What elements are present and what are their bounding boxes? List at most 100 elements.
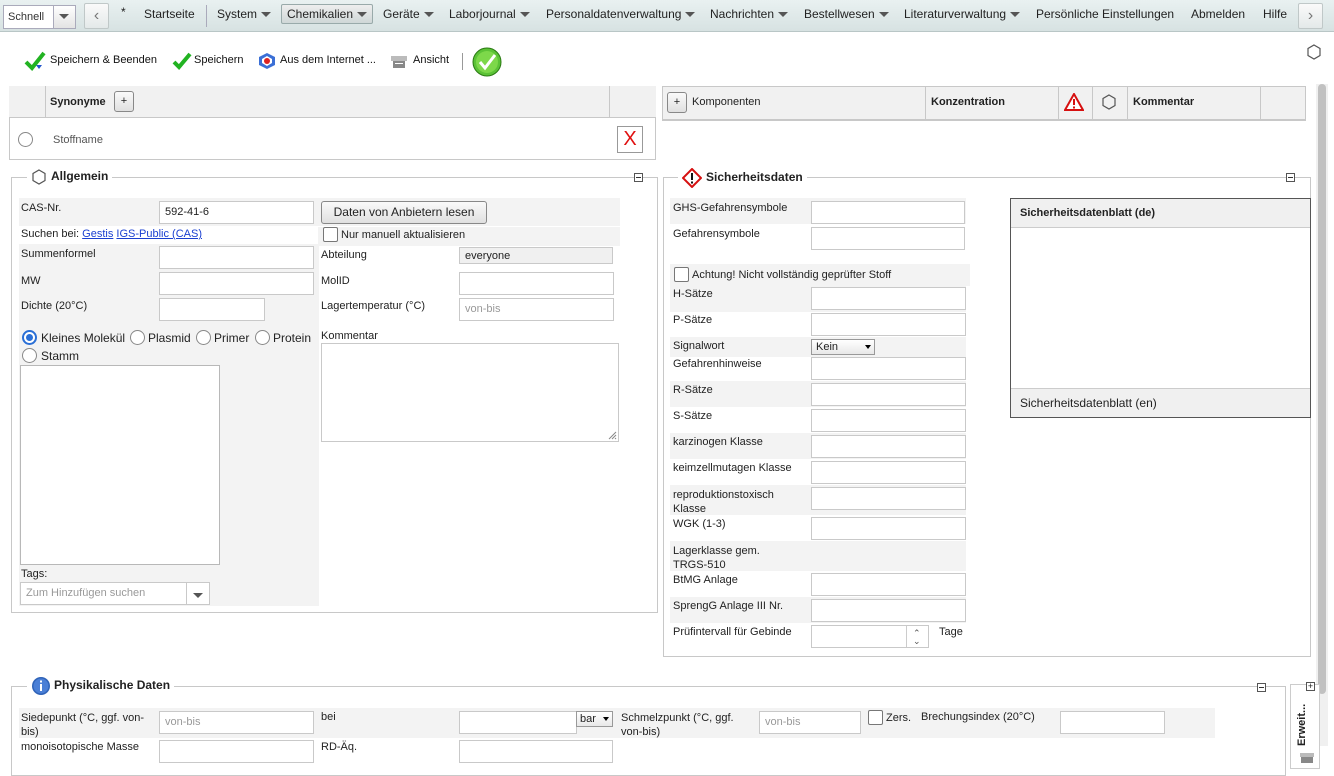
stepper-down-icon[interactable]: ⌄	[913, 636, 921, 647]
gestis-link[interactable]: Gestis	[82, 228, 113, 240]
save-close-button[interactable]: Speichern & Beenden	[50, 54, 157, 66]
interval-stepper[interactable]: ⌃ ⌄	[906, 626, 928, 647]
mutagen-input[interactable]	[811, 461, 966, 484]
hazard-notes-input[interactable]	[811, 357, 966, 380]
safety-legend-text: Sicherheitsdaten	[706, 170, 803, 185]
density-input[interactable]	[159, 298, 265, 321]
hazard-symbols-input[interactable]	[811, 227, 965, 250]
add-component-button[interactable]: +	[667, 92, 687, 113]
menu-laborjournal[interactable]: Laborjournal	[449, 7, 530, 21]
decomposition-checkbox[interactable]	[868, 710, 883, 725]
chevron-down-icon[interactable]	[53, 6, 75, 28]
wgk-input[interactable]	[811, 517, 966, 540]
menu-chemikalien[interactable]: Chemikalien	[281, 4, 374, 24]
confirm-check-circle-icon[interactable]	[471, 47, 503, 77]
collapse-safety-button[interactable]	[1286, 173, 1295, 182]
menu-personaldatenverwaltung[interactable]: Personaldatenverwaltung	[546, 7, 696, 21]
unverified-substance-checkbox[interactable]	[674, 267, 689, 282]
collapse-physical-button[interactable]	[1257, 683, 1266, 692]
monoisotopic-mass-input[interactable]	[159, 740, 314, 763]
menu-persoenliche-einstellungen[interactable]: Persönliche Einstellungen	[1036, 7, 1174, 21]
page-scrollbar-thumb[interactable]	[1318, 84, 1326, 694]
tags-divider	[186, 583, 187, 604]
formula-input[interactable]	[159, 246, 314, 269]
fetch-supplier-data-button[interactable]: Daten von Anbietern lesen	[321, 201, 487, 224]
type-protein-radio[interactable]	[255, 330, 270, 345]
quick-select[interactable]: Schnell	[3, 5, 76, 29]
collapse-general-button[interactable]	[634, 173, 643, 182]
menu-startseite[interactable]: Startseite	[144, 7, 195, 21]
boiling-point-label: Siedepunkt (°C, ggf. von-bis)	[21, 712, 145, 738]
h-phrases-label: H-Sätze	[673, 288, 713, 300]
col-divider	[925, 86, 926, 119]
igs-public-link[interactable]: IGS-Public (CAS)	[116, 228, 202, 240]
ghs-symbols-input[interactable]	[811, 201, 965, 224]
pressure-input[interactable]	[459, 711, 577, 734]
refraction-index-input[interactable]	[1060, 711, 1165, 734]
molid-input[interactable]	[459, 272, 614, 295]
menu-hilfe[interactable]: Hilfe	[1263, 7, 1287, 21]
signal-word-select[interactable]: Kein	[811, 339, 875, 355]
tags-search-input[interactable]: Zum Hinzufügen suchen	[20, 582, 210, 605]
carcinogen-input[interactable]	[811, 435, 966, 458]
resize-handle-icon[interactable]	[607, 430, 617, 440]
menu-nachrichten[interactable]: Nachrichten	[710, 7, 789, 21]
sprengg-input[interactable]	[811, 599, 966, 622]
from-internet-button[interactable]: Aus dem Internet ...	[280, 54, 376, 66]
tags-label: Tags:	[21, 568, 48, 580]
menu-bestellwesen[interactable]: Bestellwesen	[804, 7, 889, 21]
r-phrases-input[interactable]	[811, 383, 966, 406]
menu-system[interactable]: System	[217, 7, 272, 21]
hexagon-icon[interactable]	[1306, 44, 1322, 60]
reprotox-label: reproduktionstoxisch Klasse	[673, 489, 774, 515]
save-button[interactable]: Speichern	[194, 54, 244, 66]
physical-legend: Physikalische Daten	[27, 676, 175, 696]
sds-en-label[interactable]: Sicherheitsdatenblatt (en)	[1020, 396, 1157, 410]
scroll-right-button[interactable]: ›	[1298, 3, 1323, 29]
save-close-check-icon	[24, 51, 46, 71]
type-primer-radio[interactable]	[196, 330, 211, 345]
boiling-point-input[interactable]: von-bis	[159, 711, 314, 734]
hexagon-icon	[32, 169, 46, 185]
menu-geraete[interactable]: Geräte	[383, 7, 434, 21]
sds-de-label[interactable]: Sicherheitsdatenblatt (de)	[1020, 207, 1155, 219]
type-strain-radio[interactable]	[22, 348, 37, 363]
p-phrases-input[interactable]	[811, 313, 966, 336]
cas-input[interactable]: 592-41-6	[159, 201, 314, 224]
rd-equivalent-input[interactable]	[459, 740, 613, 763]
synonym-radio[interactable]	[18, 132, 33, 147]
menu-literaturverwaltung[interactable]: Literaturverwaltung	[904, 7, 1021, 21]
delete-synonym-button[interactable]: X	[617, 126, 643, 153]
toolbar-separator	[462, 53, 463, 70]
type-plasmid-radio[interactable]	[130, 330, 145, 345]
view-button[interactable]: Ansicht	[413, 54, 449, 66]
add-synonym-button[interactable]: +	[114, 91, 134, 112]
scroll-left-button[interactable]: ‹	[84, 3, 109, 29]
physical-legend-text: Physikalische Daten	[54, 678, 171, 693]
comment-textarea[interactable]	[321, 343, 619, 442]
expand-extended-icon[interactable]: +	[1306, 682, 1315, 691]
storage-temp-input[interactable]: von-bis	[459, 298, 614, 321]
chevron-down-icon[interactable]	[193, 593, 203, 598]
menu-separator	[206, 5, 207, 27]
btmg-input[interactable]	[811, 573, 966, 596]
manual-update-checkbox[interactable]	[323, 227, 338, 242]
synonym-name: Stoffname	[53, 134, 103, 146]
menu-abmelden[interactable]: Abmelden	[1191, 7, 1245, 21]
h-phrases-input[interactable]	[811, 287, 966, 310]
s-phrases-input[interactable]	[811, 409, 966, 432]
type-small-molecule-radio[interactable]	[22, 330, 37, 345]
hexagon-icon	[1102, 94, 1116, 110]
melting-point-input[interactable]: von-bis	[759, 711, 861, 734]
type-primer-label: Primer	[214, 331, 250, 345]
structure-editor[interactable]	[20, 365, 220, 565]
reprotox-input[interactable]	[811, 487, 966, 510]
extended-tab-label[interactable]: Erweit...	[1296, 704, 1308, 746]
home-star-icon[interactable]: *	[121, 5, 126, 19]
pressure-unit-select[interactable]: bar	[576, 711, 613, 727]
mw-input[interactable]	[159, 272, 314, 295]
interval-label: Prüfintervall für Gebinde	[673, 626, 792, 638]
comment-col-label: Kommentar	[1133, 96, 1195, 108]
quick-select-value: Schnell	[8, 11, 45, 23]
search-at-label: Suchen bei: Gestis IGS-Public (CAS)	[21, 228, 202, 240]
